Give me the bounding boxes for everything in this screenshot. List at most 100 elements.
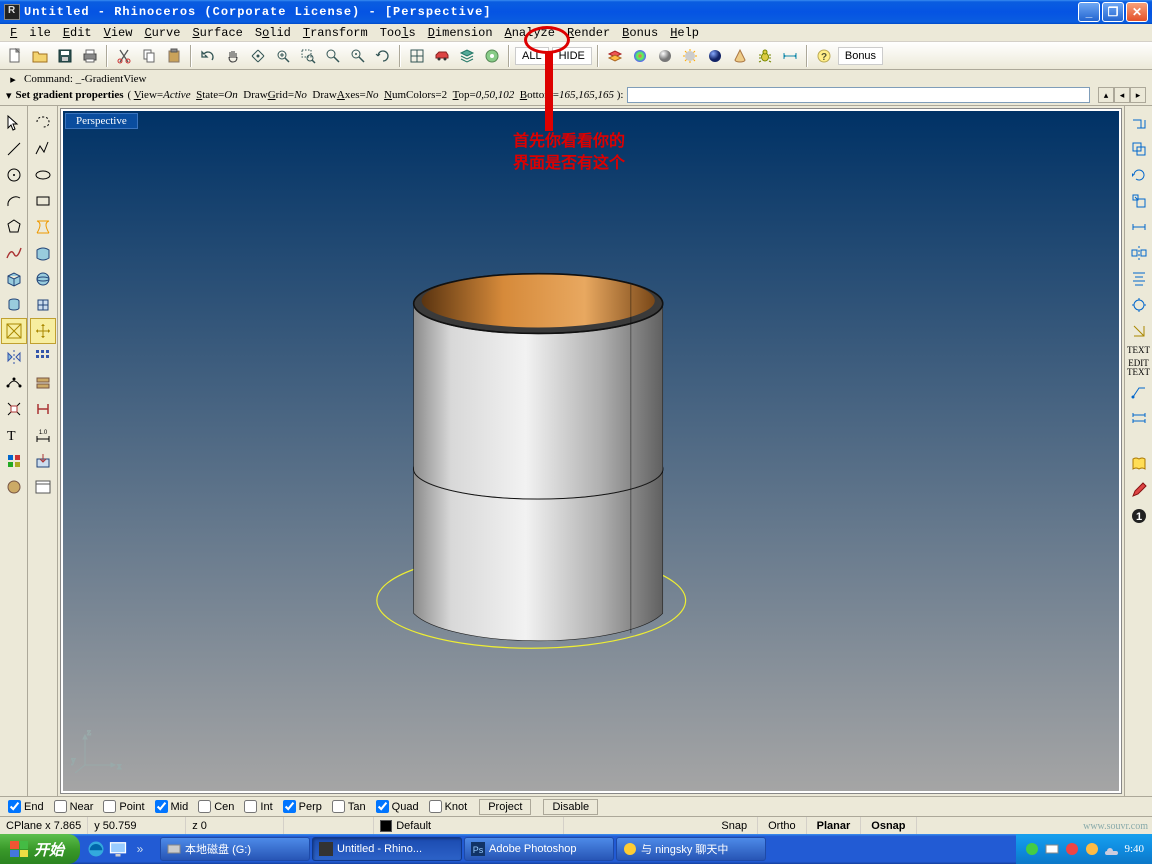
status-layer[interactable]: Default bbox=[374, 817, 564, 834]
lasso-icon[interactable] bbox=[30, 110, 56, 136]
pan-icon[interactable] bbox=[222, 45, 244, 67]
command-history-chevron-icon[interactable]: ▸ bbox=[6, 72, 20, 86]
menu-surface[interactable]: Surface bbox=[186, 26, 248, 40]
rotate-view-icon[interactable] bbox=[247, 45, 269, 67]
rotate-obj-icon[interactable] bbox=[1126, 162, 1152, 188]
cone-icon[interactable] bbox=[729, 45, 751, 67]
move-icon[interactable] bbox=[1126, 110, 1152, 136]
osnap-knot[interactable]: Knot bbox=[429, 800, 468, 813]
scale2d-icon[interactable] bbox=[1126, 318, 1152, 344]
options-icon[interactable] bbox=[30, 474, 56, 500]
bug-icon[interactable] bbox=[754, 45, 776, 67]
command-params[interactable]: ( View=Active State=On DrawGrid=No DrawA… bbox=[127, 89, 623, 101]
tray-clock[interactable]: 9:40 bbox=[1124, 843, 1144, 855]
box-icon[interactable] bbox=[1, 266, 27, 292]
open-file-icon[interactable] bbox=[29, 45, 51, 67]
cmd-scroll-left-icon[interactable]: ◂ bbox=[1114, 87, 1130, 103]
undo-view-icon[interactable] bbox=[372, 45, 394, 67]
import-icon[interactable] bbox=[30, 448, 56, 474]
close-button[interactable]: ✕ bbox=[1126, 2, 1148, 22]
menu-help[interactable]: Help bbox=[664, 26, 705, 40]
info-icon[interactable]: 1 bbox=[1126, 503, 1152, 529]
bonus-toolbar-button[interactable]: Bonus bbox=[838, 47, 883, 65]
osnap-mid[interactable]: Mid bbox=[155, 800, 189, 813]
four-viewport-icon[interactable] bbox=[406, 45, 428, 67]
orient-icon[interactable] bbox=[1126, 292, 1152, 318]
trim-icon[interactable] bbox=[1, 396, 27, 422]
zoom-dynamic-icon[interactable] bbox=[272, 45, 294, 67]
tray-icon-3[interactable] bbox=[1064, 841, 1080, 857]
edit-text-label[interactable]: EDITTEXT bbox=[1127, 357, 1150, 379]
menu-solid[interactable]: Solid bbox=[249, 26, 297, 40]
menu-tools[interactable]: Tools bbox=[374, 26, 422, 40]
cmd-scroll-up-icon[interactable]: ▴ bbox=[1098, 87, 1114, 103]
car-icon[interactable] bbox=[431, 45, 453, 67]
tray-weather-icon[interactable] bbox=[1104, 841, 1120, 857]
paste-icon[interactable] bbox=[163, 45, 185, 67]
menu-render[interactable]: Render bbox=[561, 26, 616, 40]
help-icon[interactable]: ? bbox=[813, 45, 835, 67]
copy-icon[interactable] bbox=[138, 45, 160, 67]
stretch-icon[interactable] bbox=[30, 370, 56, 396]
hatch-icon[interactable] bbox=[1, 448, 27, 474]
all-button[interactable]: ALL bbox=[515, 47, 549, 65]
osnap-project-button[interactable]: Project bbox=[479, 799, 531, 815]
osnap-end[interactable]: End bbox=[8, 800, 44, 813]
mirror2-icon[interactable] bbox=[1126, 240, 1152, 266]
task-disk[interactable]: 本地磁盘 (G:) bbox=[160, 837, 310, 861]
cut-icon[interactable] bbox=[113, 45, 135, 67]
copy-obj-icon[interactable] bbox=[1126, 136, 1152, 162]
join-icon[interactable] bbox=[30, 396, 56, 422]
osnap-int[interactable]: Int bbox=[244, 800, 272, 813]
menu-analyze[interactable]: Analyze bbox=[499, 26, 561, 40]
ellipse-icon[interactable] bbox=[30, 162, 56, 188]
osnap-quad[interactable]: Quad bbox=[376, 800, 419, 813]
status-planar[interactable]: Planar bbox=[807, 817, 862, 834]
undo-icon[interactable] bbox=[197, 45, 219, 67]
blue-sphere-icon[interactable] bbox=[704, 45, 726, 67]
scale-icon[interactable] bbox=[1126, 188, 1152, 214]
sun-sphere-icon[interactable] bbox=[679, 45, 701, 67]
status-snap[interactable]: Snap bbox=[711, 817, 758, 834]
osnap-perp[interactable]: Perp bbox=[283, 800, 322, 813]
save-icon[interactable] bbox=[54, 45, 76, 67]
desktop-icon[interactable] bbox=[108, 838, 128, 860]
freeform-icon[interactable] bbox=[1, 240, 27, 266]
osnap-tan[interactable]: Tan bbox=[332, 800, 366, 813]
mesh-icon[interactable] bbox=[30, 292, 56, 318]
task-photoshop[interactable]: PsAdobe Photoshop bbox=[464, 837, 614, 861]
new-file-icon[interactable] bbox=[4, 45, 26, 67]
menu-bonus[interactable]: Bonus bbox=[616, 26, 664, 40]
minimize-button[interactable]: _ bbox=[1078, 2, 1100, 22]
osnap-disable-button[interactable]: Disable bbox=[543, 799, 598, 815]
status-ortho[interactable]: Ortho bbox=[758, 817, 807, 834]
polygon-icon[interactable] bbox=[1, 214, 27, 240]
cmd-scroll-right-icon[interactable]: ▸ bbox=[1130, 87, 1146, 103]
menu-file[interactable]: File bbox=[4, 26, 57, 40]
zoom-selected-icon[interactable] bbox=[347, 45, 369, 67]
grey-sphere-icon[interactable] bbox=[654, 45, 676, 67]
menu-view[interactable]: View bbox=[98, 26, 139, 40]
line-icon[interactable] bbox=[1, 136, 27, 162]
pointer-icon[interactable] bbox=[1, 110, 27, 136]
ie-icon[interactable] bbox=[86, 838, 106, 860]
book-icon[interactable] bbox=[1126, 451, 1152, 477]
task-rhino[interactable]: Untitled - Rhino... bbox=[312, 837, 462, 861]
zoom-window-icon[interactable] bbox=[297, 45, 319, 67]
render-icon[interactable] bbox=[1, 474, 27, 500]
leader-icon[interactable] bbox=[1126, 379, 1152, 405]
tray-icon-1[interactable] bbox=[1024, 841, 1040, 857]
osnap-cen[interactable]: Cen bbox=[198, 800, 234, 813]
circle-icon[interactable] bbox=[1, 162, 27, 188]
dim2-icon[interactable] bbox=[1126, 405, 1152, 431]
scale1d-icon[interactable] bbox=[1126, 214, 1152, 240]
hide-button[interactable]: HIDE bbox=[552, 47, 592, 65]
transform-icon[interactable] bbox=[30, 318, 56, 344]
dim-icon[interactable] bbox=[779, 45, 801, 67]
mirror-icon[interactable] bbox=[1, 344, 27, 370]
arc-icon[interactable] bbox=[1, 188, 27, 214]
osnap-near[interactable]: Near bbox=[54, 800, 94, 813]
maximize-button[interactable]: ❐ bbox=[1102, 2, 1124, 22]
text-label[interactable]: TEXT bbox=[1127, 344, 1150, 357]
rectangle-icon[interactable] bbox=[30, 188, 56, 214]
